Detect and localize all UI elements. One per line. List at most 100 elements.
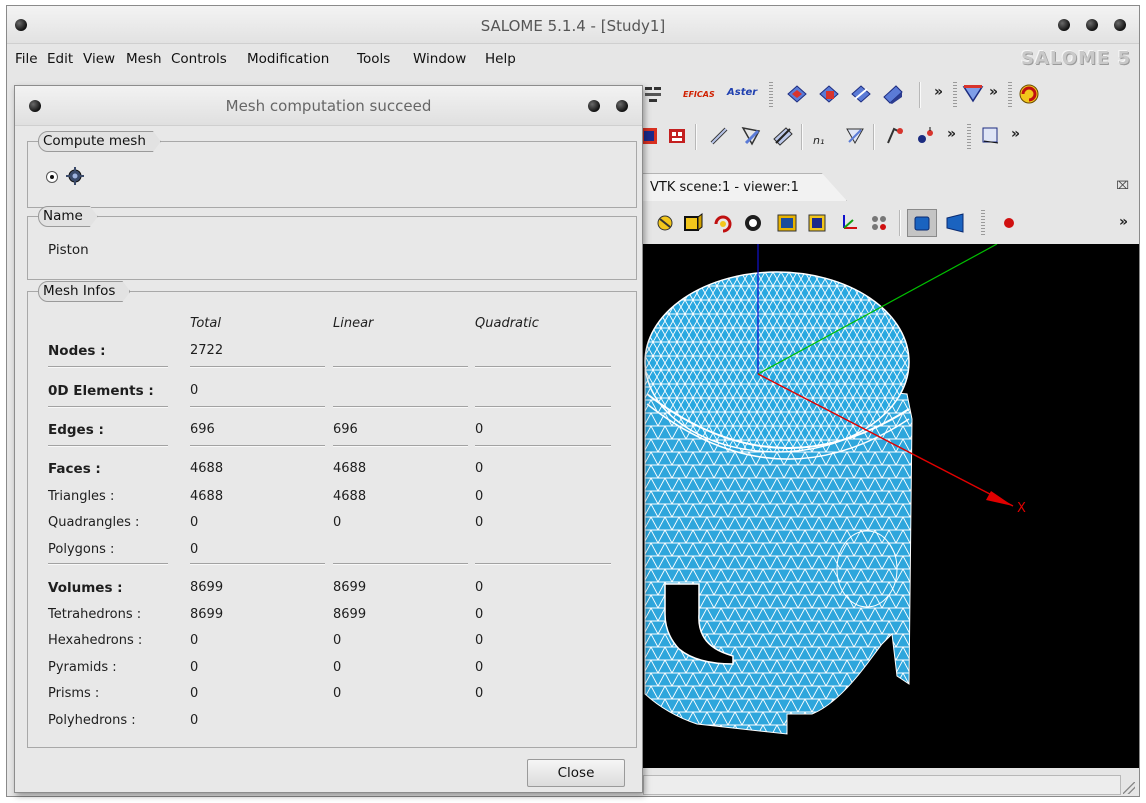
vtk-viewport[interactable]: X [637,244,1139,768]
refresh-icon[interactable] [1017,82,1041,106]
resize-grip-icon[interactable] [1123,782,1135,794]
row-label-pyramids: Pyramids : [48,660,117,675]
pipeline-icon[interactable] [641,82,665,106]
menu-help[interactable]: Help [485,51,516,67]
add-node-point-icon[interactable] [883,124,907,148]
perspective-projection-icon[interactable] [943,211,967,235]
toolbar-more-icon[interactable]: » [947,126,956,142]
add-face-icon[interactable] [849,82,873,106]
record-icon[interactable] [997,211,1021,235]
row-label-edges: Edges : [48,422,104,438]
display-mode-icon[interactable] [979,124,1003,148]
cell-quadratic: 0 [475,607,484,622]
cell-linear: 0 [333,633,342,648]
menu-view[interactable]: View [83,51,115,67]
close-window-icon[interactable] [1114,19,1126,31]
cell-total: 8699 [190,580,224,595]
row-divider [475,563,611,564]
cell-quadratic: 0 [475,515,484,530]
add-edge-icon[interactable] [817,82,841,106]
menu-window[interactable]: Window [413,51,466,67]
row-divider [48,445,168,446]
toolbar-separator [919,82,921,108]
toolbar-grip[interactable] [1008,82,1012,108]
row-label-polygons: Polygons : [48,542,115,557]
toolbar-grip[interactable] [981,210,985,236]
cell-total: 2722 [190,343,224,358]
menu-edit[interactable]: Edit [47,51,73,67]
dialog-minimize-icon[interactable] [588,100,600,112]
add-volume-icon[interactable] [881,82,905,106]
viewer-tabbar: VTK scene:1 - viewer:1 ⌧ [637,171,1139,201]
rotation-center-icon[interactable] [653,211,677,235]
menubar: File Edit View Mesh Controls Modificatio… [7,44,1139,74]
pencil-icon[interactable] [707,124,731,148]
add-node-icon[interactable] [785,82,809,106]
menu-file[interactable]: File [15,51,38,67]
toolbar-more-icon[interactable]: » [1119,214,1128,230]
edit-mesh-icon[interactable] [739,124,763,148]
eficas-module-icon[interactable]: EFICAS [683,90,715,99]
filter-icon[interactable] [961,82,985,106]
compute-mesh-group: Compute mesh [27,141,637,208]
row-label-triangles: Triangles : [48,489,115,504]
row-divider [475,366,611,367]
move-node-icon[interactable] [913,124,937,148]
minimize-icon[interactable] [1058,19,1070,31]
dump-view-icon[interactable] [775,211,799,235]
parallel-projection-icon[interactable] [907,209,937,237]
row-label-volumes: Volumes : [48,580,123,596]
menu-mesh[interactable]: Mesh [126,51,162,67]
tab-vtk-scene-label: VTK scene:1 - viewer:1 [650,180,799,195]
mesh-group-icon[interactable] [665,124,689,148]
cell-total: 0 [190,686,199,701]
menu-tools[interactable]: Tools [357,51,390,67]
mesh-computation-dialog: Mesh computation succeed Compute mesh Na… [14,85,643,793]
trihedron-icon[interactable] [837,211,861,235]
renumber-nodes-icon[interactable]: n₁ [813,134,824,147]
group-divider [27,216,637,217]
dialog-close-icon[interactable] [616,100,628,112]
toolbar-more-icon[interactable]: » [989,84,998,100]
toolbar-more-icon[interactable]: » [934,84,943,100]
toolbar-grip[interactable] [967,124,971,150]
cell-quadratic: 0 [475,489,484,504]
toolbar-more-icon[interactable]: » [1011,126,1020,142]
row-divider [333,366,468,367]
row-label-faces: Faces : [48,461,101,477]
cell-linear: 0 [333,686,342,701]
rotate-view-icon[interactable] [711,211,735,235]
graduated-axes-icon[interactable] [805,211,829,235]
reset-view-icon[interactable] [741,211,765,235]
fit-all-icon[interactable] [681,211,705,235]
cell-total: 4688 [190,489,224,504]
toolbar-separator [899,210,901,236]
dialog-title: Mesh computation succeed [225,97,432,115]
renumber-elements-icon[interactable] [843,124,867,148]
toolbar-grip[interactable] [953,82,957,108]
close-button[interactable]: Close [527,759,625,787]
close-viewer-icon[interactable]: ⌧ [1116,179,1129,192]
aster-module-icon[interactable]: Aster [727,87,757,98]
menu-controls[interactable]: Controls [171,51,227,67]
cell-total: 8699 [190,607,224,622]
row-divider [190,445,325,446]
window-title: SALOME 5.1.4 - [Study1] [480,17,666,35]
tab-vtk-scene[interactable]: VTK scene:1 - viewer:1 [637,173,847,201]
maximize-icon[interactable] [1086,19,1098,31]
compute-mesh-radio[interactable] [46,171,58,183]
cell-total: 0 [190,660,199,675]
dialog-titlebar[interactable]: Mesh computation succeed [15,86,642,126]
piston-mesh-render: X [644,244,1026,735]
toolbar-grip[interactable] [769,82,773,108]
cell-quadratic: 0 [475,422,484,437]
clipping-icon[interactable] [867,211,891,235]
transform-icon[interactable] [771,124,795,148]
cell-total: 0 [190,713,199,728]
cell-linear: 8699 [333,607,367,622]
row-divider [48,366,168,367]
cell-total: 696 [190,422,215,437]
menu-modification[interactable]: Modification [247,51,329,67]
viewer-toolbar: » [637,202,1139,244]
cell-linear: 0 [333,515,342,530]
